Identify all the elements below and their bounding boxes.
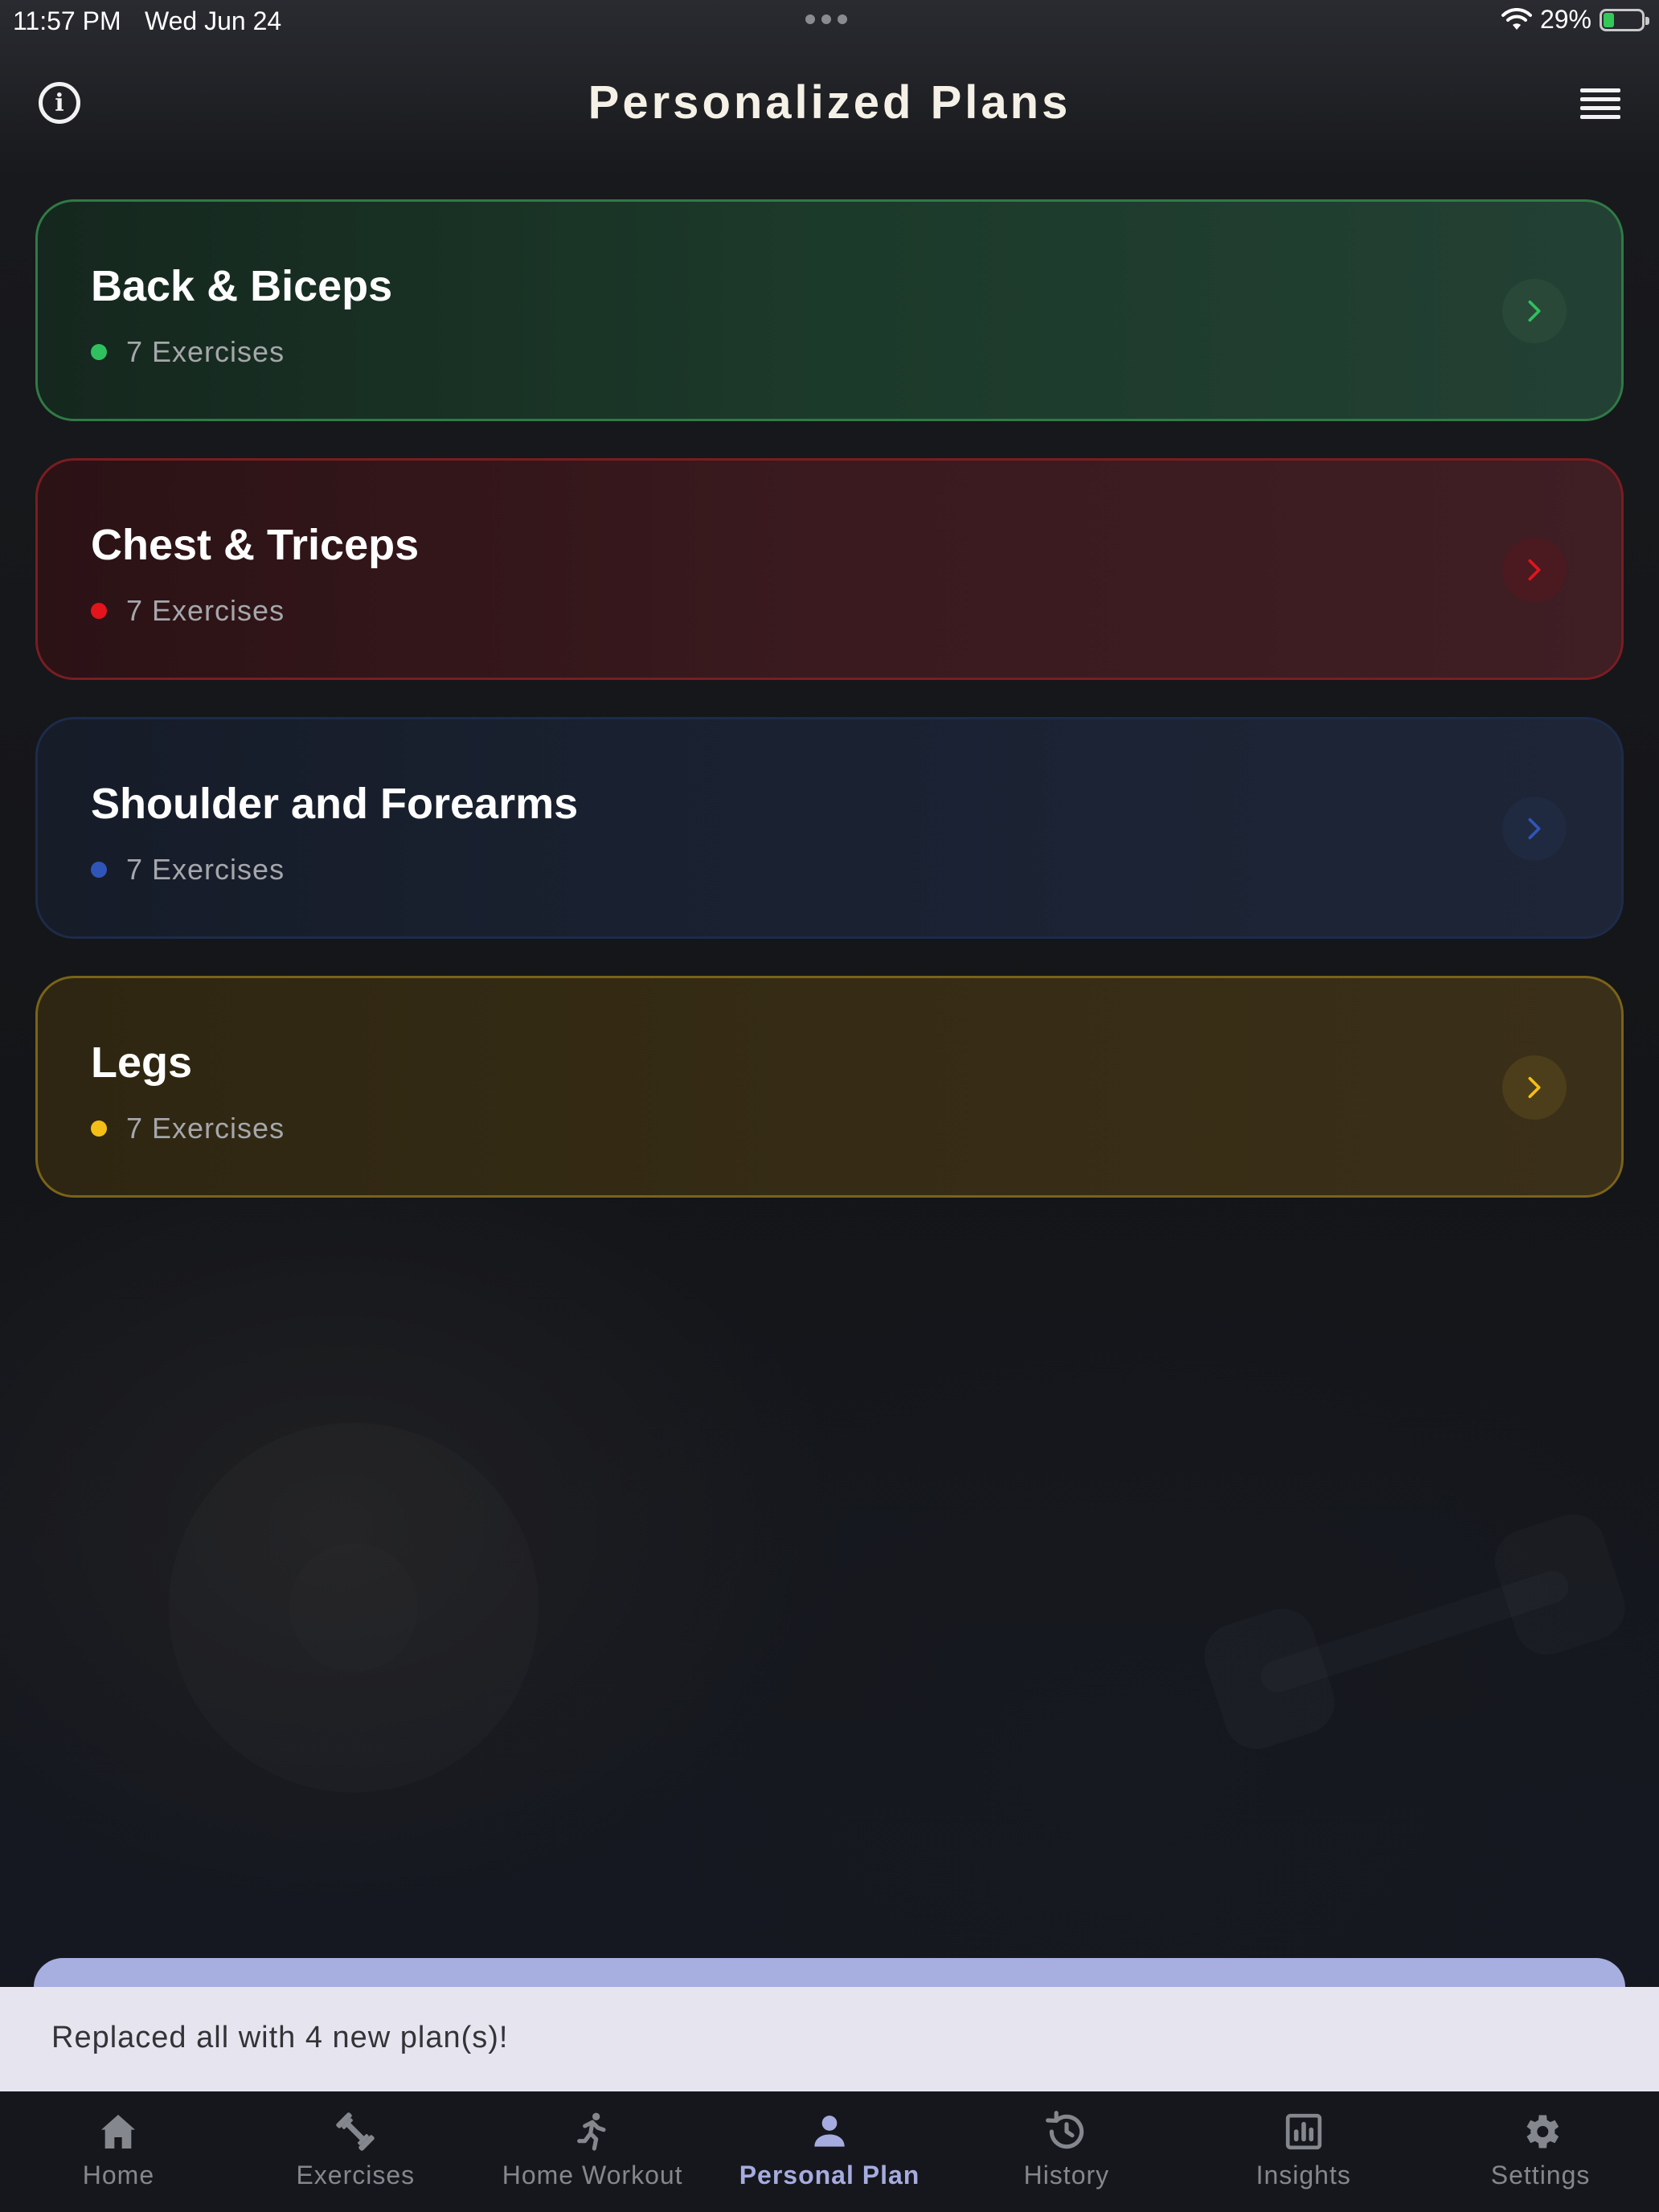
plan-card-chest-triceps[interactable]: Chest & Triceps 7 Exercises: [35, 458, 1624, 680]
bottom-nav: Home Exercises Home Workout Personal Pla…: [0, 2091, 1659, 2212]
history-icon: [1044, 2109, 1089, 2154]
nav-label: Home: [82, 2161, 155, 2189]
run-icon: [570, 2109, 615, 2154]
nav-label: Settings: [1490, 2161, 1591, 2189]
status-dot: [91, 603, 107, 619]
nav-label: Home Workout: [502, 2161, 683, 2189]
chevron-right-icon[interactable]: [1502, 797, 1567, 861]
person-icon: [807, 2109, 852, 2154]
exercise-count: 7 Exercises: [126, 853, 285, 886]
nav-item-history[interactable]: History: [948, 2091, 1185, 2212]
weight-plate-watermark: [169, 1423, 539, 1792]
plan-meta: 7 Exercises: [91, 1112, 285, 1145]
chevron-right-icon[interactable]: [1502, 1055, 1567, 1120]
page-title: Personalized Plans: [588, 76, 1071, 129]
plan-meta: 7 Exercises: [91, 335, 285, 369]
snackbar: Replaced all with 4 new plan(s)!: [0, 1987, 1659, 2091]
plan-name: Shoulder and Forearms: [91, 780, 579, 828]
dumbbell-icon: [333, 2109, 378, 2154]
plan-name: Legs: [91, 1038, 193, 1087]
wifi-icon: [1501, 7, 1532, 30]
exercise-count: 7 Exercises: [126, 1112, 285, 1145]
plan-card-legs[interactable]: Legs 7 Exercises: [35, 976, 1624, 1198]
exercise-count: 7 Exercises: [126, 594, 285, 627]
nav-item-home[interactable]: Home: [0, 2091, 237, 2212]
home-icon: [96, 2109, 141, 2154]
plan-meta: 7 Exercises: [91, 853, 285, 887]
chevron-right-icon[interactable]: [1502, 279, 1567, 343]
status-dot: [91, 344, 107, 360]
nav-item-insights[interactable]: Insights: [1185, 2091, 1422, 2212]
status-indicators: 29%: [1501, 5, 1649, 35]
status-time: 11:57 PM: [13, 6, 121, 35]
dumbbell-watermark: [1196, 1506, 1633, 1758]
nav-label: Personal Plan: [739, 2161, 920, 2189]
battery-percent: 29%: [1539, 5, 1591, 34]
snackbar-message: Replaced all with 4 new plan(s)!: [51, 2021, 509, 2054]
multitask-dots-icon[interactable]: [805, 14, 847, 24]
status-bar: 11:57 PM Wed Jun 24 29%: [0, 0, 1659, 43]
nav-label: History: [1023, 2161, 1110, 2189]
chart-icon: [1281, 2109, 1326, 2154]
plan-meta: 7 Exercises: [91, 594, 285, 628]
plan-card-back-biceps[interactable]: Back & Biceps 7 Exercises: [35, 199, 1624, 421]
status-date: Wed Jun 24: [145, 6, 282, 35]
status-dot: [91, 1120, 107, 1137]
plan-card-shoulder-forearms[interactable]: Shoulder and Forearms 7 Exercises: [35, 717, 1624, 939]
nav-item-exercises[interactable]: Exercises: [237, 2091, 474, 2212]
gear-icon: [1518, 2109, 1563, 2154]
plan-name: Chest & Triceps: [91, 521, 420, 569]
nav-label: Exercises: [296, 2161, 416, 2189]
nav-label: Insights: [1256, 2161, 1351, 2189]
app-header: i Personalized Plans: [0, 64, 1659, 145]
status-dot: [91, 862, 107, 878]
nav-item-home-workout[interactable]: Home Workout: [474, 2091, 711, 2212]
nav-item-settings[interactable]: Settings: [1422, 2091, 1659, 2212]
plan-name: Back & Biceps: [91, 262, 393, 310]
exercise-count: 7 Exercises: [126, 335, 285, 368]
battery-icon: [1600, 8, 1649, 31]
list-icon[interactable]: [1580, 88, 1620, 119]
chevron-right-icon[interactable]: [1502, 538, 1567, 602]
nav-item-personal-plan[interactable]: Personal Plan: [711, 2091, 948, 2212]
